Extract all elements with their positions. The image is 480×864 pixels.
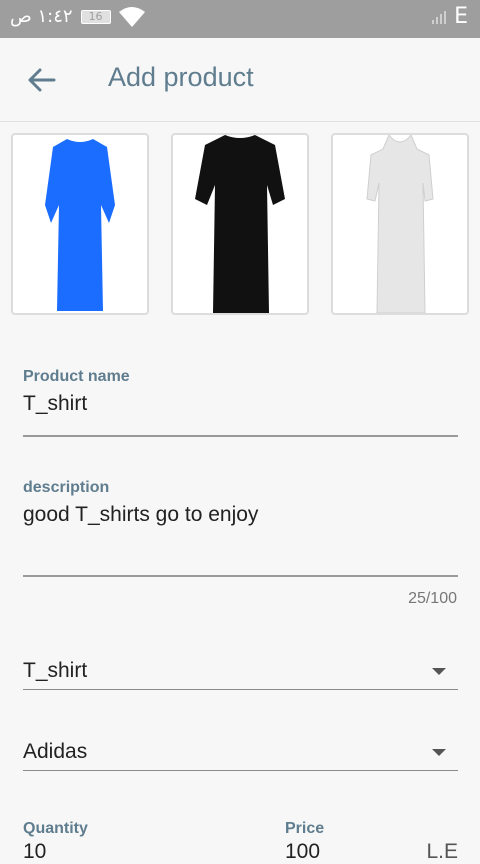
price-field[interactable]: Price 100 L.E xyxy=(285,820,458,864)
product-image-1[interactable] xyxy=(11,133,149,315)
app-bar: Add product xyxy=(0,38,480,122)
wifi-icon xyxy=(118,6,145,27)
product-images xyxy=(11,133,469,315)
status-right: E xyxy=(432,4,468,29)
black-thobe-image xyxy=(195,135,285,313)
quantity-input[interactable]: 10 xyxy=(23,840,243,864)
description-field[interactable]: description good T_shirts go to enjoy xyxy=(23,479,458,579)
quantity-field[interactable]: Quantity 10 xyxy=(23,820,243,864)
white-thobe-image xyxy=(355,135,445,313)
description-input[interactable]: good T_shirts go to enjoy xyxy=(23,503,458,527)
product-name-field[interactable]: Product name T_shirt xyxy=(23,368,458,438)
description-underline xyxy=(23,575,458,577)
description-label: description xyxy=(23,479,110,496)
product-name-input[interactable]: T_shirt xyxy=(23,392,458,416)
product-image-2[interactable] xyxy=(171,133,309,315)
category-value: T_shirt xyxy=(23,659,88,682)
category-dropdown[interactable]: T_shirt xyxy=(23,650,458,690)
quantity-label: Quantity xyxy=(23,820,88,837)
arrow-back-icon xyxy=(28,68,56,92)
blue-thobe-image xyxy=(35,135,125,313)
description-counter: 25/100 xyxy=(408,590,457,607)
currency-suffix: L.E xyxy=(426,840,458,863)
price-input[interactable]: 100 xyxy=(285,840,320,864)
status-left: ١:٤٢ ص 16 xyxy=(10,6,145,27)
clock: ١:٤٢ ص xyxy=(10,6,73,27)
dropdown-arrow-icon xyxy=(432,749,446,756)
back-button[interactable] xyxy=(22,60,62,100)
dropdown-arrow-icon xyxy=(432,668,446,675)
signal-icon xyxy=(432,10,447,24)
brand-dropdown[interactable]: Adidas xyxy=(23,731,458,771)
page-title: Add product xyxy=(108,62,254,92)
product-name-underline xyxy=(23,435,458,437)
product-image-3[interactable] xyxy=(331,133,469,315)
product-name-label: Product name xyxy=(23,368,130,385)
battery-icon: 16 xyxy=(80,9,111,24)
price-label: Price xyxy=(285,820,325,837)
brand-value: Adidas xyxy=(23,740,88,763)
network-type: E xyxy=(454,4,468,29)
status-bar: ١:٤٢ ص 16 E xyxy=(0,0,480,38)
